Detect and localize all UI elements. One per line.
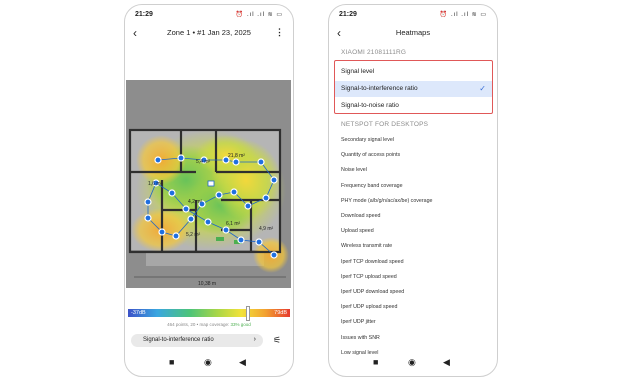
survey-point[interactable] <box>270 251 278 259</box>
survey-point[interactable] <box>154 156 162 164</box>
heatmap-floor-plan[interactable]: 5,4 m² 21,8 m² 1,6 m² 4,2 m² 6,1 m² 5,2 … <box>126 80 291 288</box>
check-icon: ✓ <box>479 84 486 93</box>
option-signal-to-interference[interactable]: Signal-to-interference ratio ✓ <box>335 81 492 97</box>
selector-label: Signal-to-interference ratio <box>143 337 214 343</box>
survey-point[interactable] <box>158 228 166 236</box>
option-signal-to-noise[interactable]: Signal-to-noise ratio <box>335 98 492 114</box>
survey-point[interactable] <box>222 226 230 234</box>
desktop-heatmap-item[interactable]: Iperf UDP jitter <box>341 319 376 325</box>
back-icon[interactable]: ◀ <box>239 357 246 368</box>
status-icons: ⏰ .ıl .ıl ≋ ▭ <box>235 12 283 18</box>
desktop-heatmap-item[interactable]: Download speed <box>341 213 380 219</box>
desktop-heatmap-item[interactable]: Frequency band coverage <box>341 183 403 189</box>
option-label: Signal level <box>341 68 375 75</box>
room-label-g: 4,9 m² <box>259 226 274 232</box>
survey-point[interactable] <box>270 176 278 184</box>
desktop-heatmap-item[interactable]: Quantity of access points <box>341 152 400 158</box>
survey-point[interactable] <box>262 194 270 202</box>
desktop-heatmap-item[interactable]: Iperf UDP download speed <box>341 289 404 295</box>
app-bar: ‹ Heatmaps <box>329 25 497 43</box>
survey-point[interactable] <box>244 202 252 210</box>
scale-marker[interactable] <box>246 306 250 321</box>
desktop-heatmap-item[interactable]: Noise level <box>341 167 367 173</box>
survey-point[interactable] <box>172 232 180 240</box>
survey-point[interactable] <box>257 158 265 166</box>
heatmap-canvas: 5,4 m² 21,8 m² 1,6 m² 4,2 m² 6,1 m² 5,2 … <box>128 128 289 287</box>
app-bar: ‹ Zone 1 • #1 Jan 23, 2025 ⋮ <box>125 25 293 43</box>
scale-max-label: 79dB <box>274 310 287 316</box>
stats-text: 464 points, 20 • map coverage: <box>167 322 230 327</box>
status-time: 21:29 <box>135 11 153 18</box>
desktop-heatmap-item[interactable]: PHY mode (a/b/g/n/ac/ax/be) coverage <box>341 198 432 204</box>
survey-point[interactable] <box>144 198 152 206</box>
heatmaps-menu-screen: 21:29 ⏰ .ıl .ıl ≋ ▭ ‹ Heatmaps XIAOMI 21… <box>328 4 498 377</box>
survey-point[interactable] <box>187 215 195 223</box>
room-label-a: 5,4 m² <box>196 159 211 165</box>
status-bar: 21:29 ⏰ .ıl .ıl ≋ ▭ <box>339 11 487 21</box>
recents-icon[interactable]: ■ <box>169 357 174 367</box>
survey-point[interactable] <box>215 191 223 199</box>
survey-point[interactable] <box>144 214 152 222</box>
home-icon[interactable]: ◉ <box>204 357 212 368</box>
chevron-right-icon: › <box>253 336 256 343</box>
filter-settings-icon[interactable]: ⚟ <box>273 335 281 346</box>
option-label: Signal-to-noise ratio <box>341 102 399 109</box>
desktop-section-header: NETSPOT FOR DESKTOPS <box>341 121 429 128</box>
desktop-heatmap-item[interactable]: Low signal level <box>341 350 378 356</box>
option-signal-level[interactable]: Signal level <box>335 64 492 80</box>
survey-point[interactable] <box>230 188 238 196</box>
survey-point[interactable] <box>232 158 240 166</box>
desktop-heatmap-item[interactable]: Iperf TCP download speed <box>341 259 404 265</box>
desktop-heatmap-item[interactable]: Secondary signal level <box>341 137 394 143</box>
system-nav-bar: ■ ◉ ◀ <box>329 357 497 369</box>
device-section-header: XIAOMI 21081111RG <box>341 49 407 56</box>
status-bar: 21:29 ⏰ .ıl .ıl ≋ ▭ <box>135 11 283 21</box>
option-label: Signal-to-interference ratio <box>341 85 418 92</box>
desktop-heatmap-item[interactable]: Wireless transmit rate <box>341 243 392 249</box>
survey-point[interactable] <box>177 154 185 162</box>
survey-point[interactable] <box>237 236 245 244</box>
color-scale-bar <box>128 309 290 317</box>
status-icons: ⏰ .ıl .ıl ≋ ▭ <box>439 12 487 18</box>
room-label-d: 4,2 m² <box>188 199 203 205</box>
room-label-f: 5,2 m² <box>186 232 201 238</box>
room-label-c: 1,6 m² <box>148 181 163 187</box>
survey-point[interactable] <box>255 238 263 246</box>
desktop-heatmap-item[interactable]: Issues with SNR <box>341 335 380 341</box>
survey-point[interactable] <box>204 218 212 226</box>
more-menu-icon[interactable]: ⋮ <box>275 27 284 38</box>
survey-point[interactable] <box>168 189 176 197</box>
router-icon[interactable] <box>207 180 215 187</box>
room-label-b: 21,8 m² <box>228 153 245 159</box>
scale-min-label: -37dB <box>131 310 146 316</box>
room-label-e: 6,1 m² <box>226 221 241 227</box>
home-icon[interactable]: ◉ <box>408 357 416 368</box>
page-title: Heatmaps <box>395 28 431 37</box>
recents-icon[interactable]: ■ <box>373 357 378 367</box>
desktop-heatmap-item[interactable]: Iperf UDP upload speed <box>341 304 397 310</box>
coverage-stats: 464 points, 20 • map coverage: 33% good <box>125 322 293 327</box>
dimension-label: 10,38 m <box>198 281 216 287</box>
status-time: 21:29 <box>339 11 357 18</box>
back-icon[interactable]: ◀ <box>443 357 450 368</box>
heatmap-type-selector[interactable]: Signal-to-interference ratio › <box>131 334 263 347</box>
desktop-heatmap-item[interactable]: Iperf TCP upload speed <box>341 274 397 280</box>
stats-good: 33% good <box>230 322 251 327</box>
system-nav-bar: ■ ◉ ◀ <box>125 357 293 369</box>
survey-point[interactable] <box>182 205 190 213</box>
page-title: Zone 1 • #1 Jan 23, 2025 <box>167 28 251 37</box>
heatmap-phone-screen: 21:29 ⏰ .ıl .ıl ≋ ▭ ‹ Zone 1 • #1 Jan 23… <box>124 4 294 377</box>
desktop-heatmap-item[interactable]: Upload speed <box>341 228 374 234</box>
